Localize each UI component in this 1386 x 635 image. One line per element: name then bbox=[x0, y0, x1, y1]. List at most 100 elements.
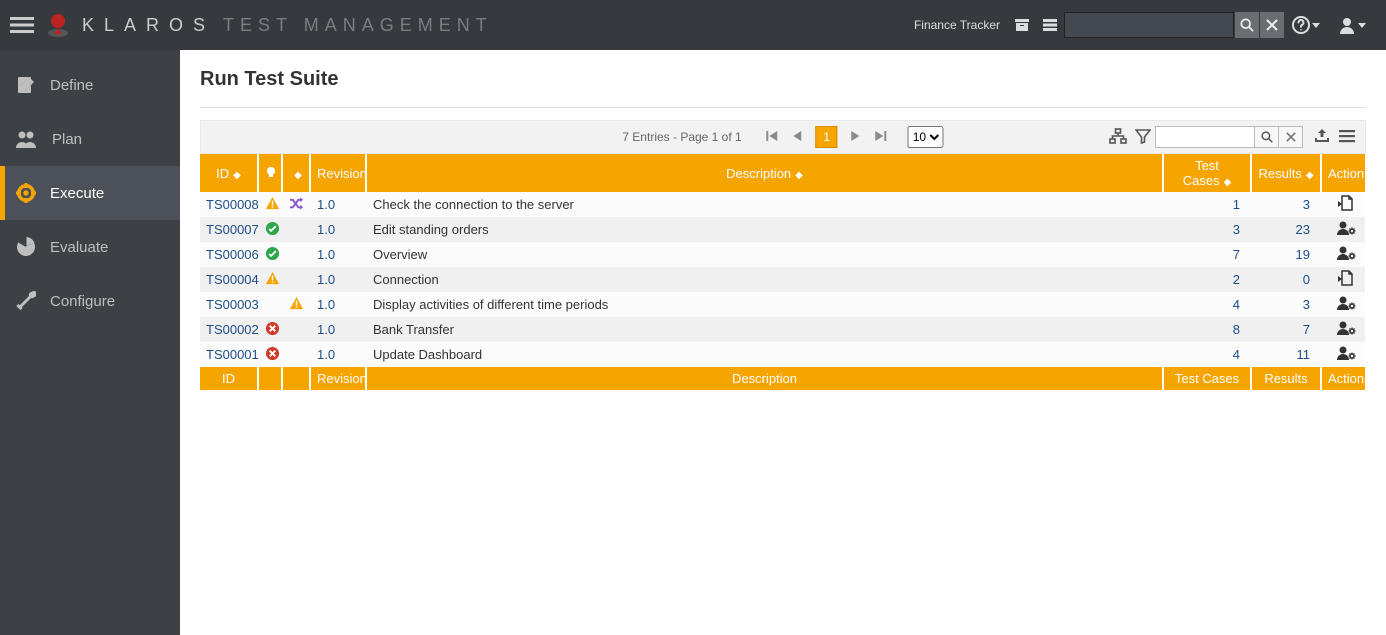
cell-revision[interactable]: 1.0 bbox=[310, 292, 366, 317]
hierarchy-icon[interactable] bbox=[1109, 128, 1127, 147]
cell-description: Bank Transfer bbox=[366, 317, 1163, 342]
col-header-extra[interactable]: ◆ bbox=[282, 154, 310, 192]
cell-test-cases[interactable]: 3 bbox=[1163, 217, 1251, 242]
cell-action[interactable] bbox=[1321, 317, 1365, 342]
sidebar-item-label: Configure bbox=[50, 293, 115, 310]
pager-next-button[interactable] bbox=[850, 129, 862, 146]
cell-description: Overview bbox=[366, 242, 1163, 267]
cell-description: Edit standing orders bbox=[366, 217, 1163, 242]
cell-id[interactable]: TS00006 bbox=[200, 242, 258, 267]
table-search-clear-button[interactable] bbox=[1279, 126, 1303, 148]
table-row: TS000041.0Connection20 bbox=[200, 267, 1365, 292]
sidebar-item-execute[interactable]: Execute bbox=[0, 166, 180, 220]
cell-action[interactable] bbox=[1321, 242, 1365, 267]
pager-last-button[interactable] bbox=[874, 129, 888, 146]
cell-id[interactable]: TS00001 bbox=[200, 342, 258, 367]
cell-test-cases[interactable]: 4 bbox=[1163, 292, 1251, 317]
col-header-test-cases[interactable]: Test Cases◆ bbox=[1163, 154, 1251, 192]
sidebar-item-label: Define bbox=[50, 77, 93, 94]
col-footer-action: Action bbox=[1321, 367, 1365, 390]
help-menu[interactable] bbox=[1292, 16, 1322, 34]
brand-name: KLAROS bbox=[82, 15, 215, 36]
table-search-input[interactable] bbox=[1155, 126, 1255, 148]
cell-status-icon bbox=[258, 267, 282, 292]
col-footer-results: Results bbox=[1251, 367, 1321, 390]
top-bar: KLAROS TEST MANAGEMENT Finance Tracker bbox=[0, 0, 1386, 50]
cell-revision[interactable]: 1.0 bbox=[310, 217, 366, 242]
cell-revision[interactable]: 1.0 bbox=[310, 267, 366, 292]
sidebar: Define Plan Execute Evaluate Configure bbox=[0, 50, 180, 635]
cell-id[interactable]: TS00008 bbox=[200, 192, 258, 217]
pager-first-button[interactable] bbox=[766, 129, 780, 146]
global-search-input[interactable] bbox=[1064, 12, 1234, 38]
table-row: TS00002 1.0Bank Transfer87 bbox=[200, 317, 1365, 342]
col-footer-revision: Revision bbox=[310, 367, 366, 390]
pager-summary: 7 Entries - Page 1 of 1 bbox=[622, 130, 741, 144]
cell-results[interactable]: 23 bbox=[1251, 217, 1321, 242]
cell-results[interactable]: 3 bbox=[1251, 292, 1321, 317]
global-search-button[interactable] bbox=[1235, 12, 1259, 38]
cell-status-icon bbox=[258, 192, 282, 217]
table-row: TS000081.0Check the connection to the se… bbox=[200, 192, 1365, 217]
cell-extra-icon bbox=[282, 192, 310, 217]
cell-status-icon bbox=[258, 317, 282, 342]
table-row: TS00001 1.0Update Dashboard411 bbox=[200, 342, 1365, 367]
menu-toggle-button[interactable] bbox=[10, 13, 34, 37]
cell-results[interactable]: 0 bbox=[1251, 267, 1321, 292]
cell-action[interactable] bbox=[1321, 267, 1365, 292]
cell-revision[interactable]: 1.0 bbox=[310, 192, 366, 217]
menu-icon[interactable] bbox=[1339, 128, 1355, 147]
cell-action[interactable] bbox=[1321, 292, 1365, 317]
table-row: TS000031.0Display activities of differen… bbox=[200, 292, 1365, 317]
cell-description: Update Dashboard bbox=[366, 342, 1163, 367]
cell-results[interactable]: 7 bbox=[1251, 317, 1321, 342]
export-icon[interactable] bbox=[1313, 128, 1331, 147]
cell-id[interactable]: TS00002 bbox=[200, 317, 258, 342]
pager-page-input[interactable] bbox=[816, 126, 838, 148]
sidebar-item-configure[interactable]: Configure bbox=[0, 274, 180, 328]
table-header-row: ID◆ ◆ Revision Description◆ Test Cases◆ … bbox=[200, 154, 1365, 192]
col-header-description[interactable]: Description◆ bbox=[366, 154, 1163, 192]
list-icon[interactable] bbox=[1042, 17, 1058, 33]
cell-test-cases[interactable]: 1 bbox=[1163, 192, 1251, 217]
cell-test-cases[interactable]: 4 bbox=[1163, 342, 1251, 367]
archive-icon[interactable] bbox=[1014, 17, 1030, 33]
cell-test-cases[interactable]: 2 bbox=[1163, 267, 1251, 292]
filter-icon[interactable] bbox=[1135, 128, 1151, 147]
cell-results[interactable]: 11 bbox=[1251, 342, 1321, 367]
sidebar-item-evaluate[interactable]: Evaluate bbox=[0, 220, 180, 274]
cell-status-icon bbox=[258, 242, 282, 267]
cell-id[interactable]: TS00004 bbox=[200, 267, 258, 292]
col-header-id[interactable]: ID◆ bbox=[200, 154, 258, 192]
cell-revision[interactable]: 1.0 bbox=[310, 317, 366, 342]
cell-test-cases[interactable]: 7 bbox=[1163, 242, 1251, 267]
col-footer-id: ID bbox=[200, 367, 258, 390]
table-search-button[interactable] bbox=[1255, 126, 1279, 148]
cell-revision[interactable]: 1.0 bbox=[310, 242, 366, 267]
cell-status-icon bbox=[258, 217, 282, 242]
cell-action[interactable] bbox=[1321, 217, 1365, 242]
table-row: TS00007 1.0Edit standing orders323 bbox=[200, 217, 1365, 242]
cell-results[interactable]: 19 bbox=[1251, 242, 1321, 267]
user-menu[interactable] bbox=[1338, 16, 1368, 34]
col-header-results[interactable]: Results◆ bbox=[1251, 154, 1321, 192]
cell-results[interactable]: 3 bbox=[1251, 192, 1321, 217]
cell-test-cases[interactable]: 8 bbox=[1163, 317, 1251, 342]
cell-extra-icon bbox=[282, 267, 310, 292]
cell-action[interactable] bbox=[1321, 192, 1365, 217]
cell-action[interactable] bbox=[1321, 342, 1365, 367]
pager-prev-button[interactable] bbox=[792, 129, 804, 146]
project-name-label[interactable]: Finance Tracker bbox=[914, 18, 1000, 32]
sidebar-item-define[interactable]: Define bbox=[0, 58, 180, 112]
divider bbox=[200, 107, 1366, 108]
page-size-select[interactable]: 10 bbox=[908, 126, 944, 148]
cell-status-icon bbox=[258, 342, 282, 367]
cell-id[interactable]: TS00007 bbox=[200, 217, 258, 242]
col-header-status[interactable] bbox=[258, 154, 282, 192]
table-toolbar: 7 Entries - Page 1 of 1 10 bbox=[200, 120, 1366, 154]
sidebar-item-plan[interactable]: Plan bbox=[0, 112, 180, 166]
cell-id[interactable]: TS00003 bbox=[200, 292, 258, 317]
col-header-revision[interactable]: Revision bbox=[310, 154, 366, 192]
global-search-clear-button[interactable] bbox=[1260, 12, 1284, 38]
cell-revision[interactable]: 1.0 bbox=[310, 342, 366, 367]
